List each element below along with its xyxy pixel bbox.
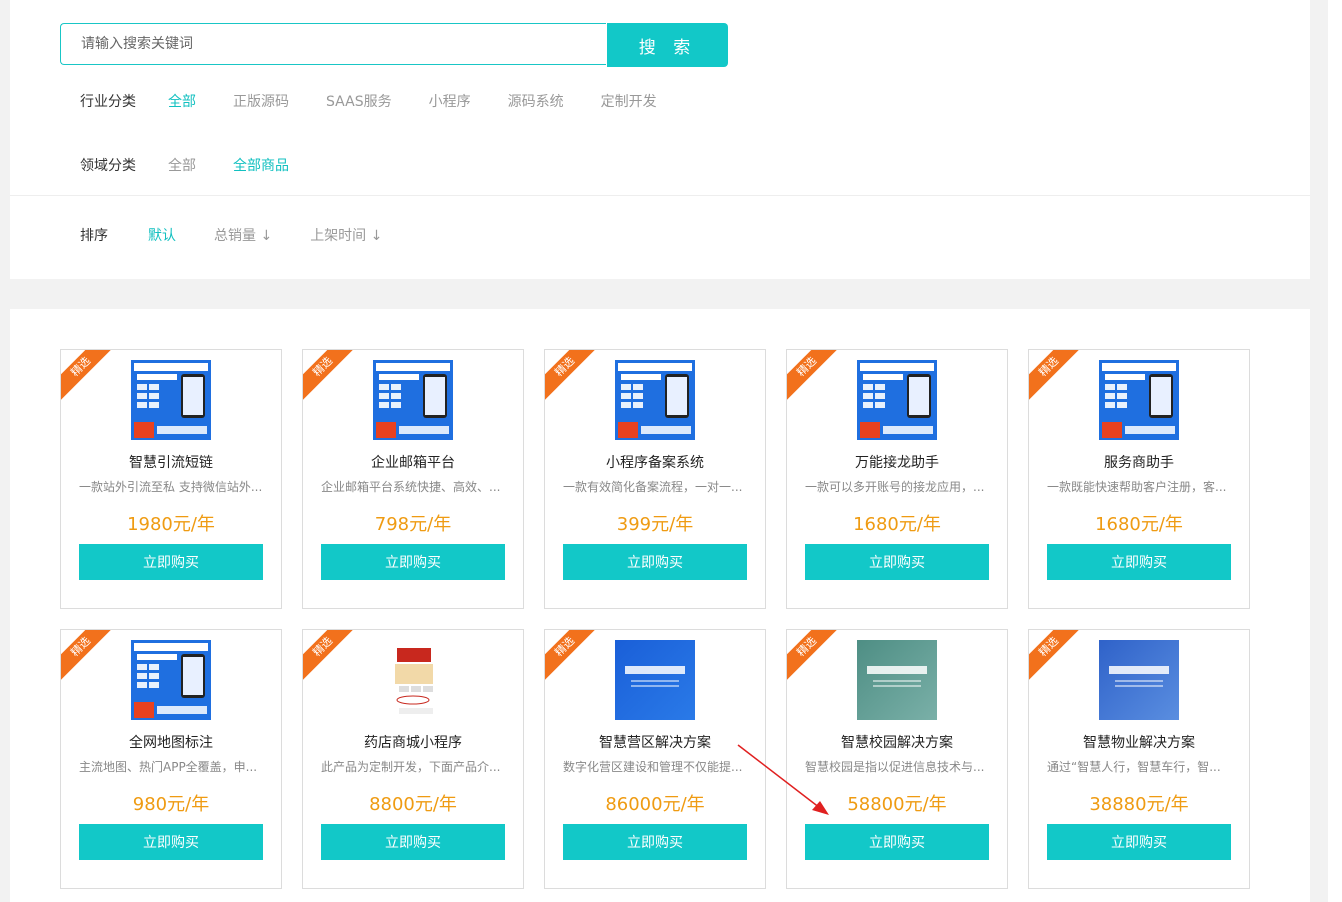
featured-ribbon: 精选 — [61, 350, 116, 402]
product-card[interactable]: 精选小程序备案系统一款有效简化备案流程，一对一... 399元/年立即购买 — [544, 349, 766, 609]
product-image[interactable] — [131, 360, 211, 440]
product-description: 一款可以多开账号的接龙应用，... — [805, 480, 985, 494]
product-price: 86000元/年 — [605, 794, 705, 815]
industry-filter-row: 行业分类 全部 正版源码 SAAS服务 小程序 源码系统 定制开发 — [80, 91, 694, 111]
product-image[interactable] — [373, 360, 453, 440]
search-button[interactable]: 搜 索 — [607, 23, 728, 67]
product-image[interactable] — [373, 640, 453, 720]
product-description: 一款既能快速帮助客户注册，客... — [1047, 480, 1227, 494]
product-card[interactable]: 精选全网地图标注主流地图、热门APP全覆盖，申... 980元/年立即购买 — [60, 629, 282, 889]
featured-ribbon: 精选 — [545, 350, 600, 402]
featured-ribbon: 精选 — [61, 630, 116, 682]
product-description: 一款站外引流至私 支持微信站外... — [79, 480, 263, 494]
industry-filter-option[interactable]: 正版源码 — [233, 91, 289, 111]
product-image[interactable] — [615, 360, 695, 440]
product-price: 8800元/年 — [369, 794, 457, 815]
product-description: 通过“智慧人行，智慧车行，智... — [1047, 760, 1221, 774]
product-title[interactable]: 智慧物业解决方案 — [1029, 732, 1249, 752]
industry-filter-option[interactable]: 定制开发 — [601, 91, 657, 111]
product-card[interactable]: 精选药店商城小程序此产品为定制开发，下面产品介... 8800元/年立即购买 — [302, 629, 524, 889]
industry-filter-option[interactable]: 小程序 — [429, 91, 471, 111]
product-card[interactable]: 精选智慧物业解决方案通过“智慧人行，智慧车行，智... 38880元/年立即购买 — [1028, 629, 1250, 889]
product-title[interactable]: 全网地图标注 — [61, 732, 281, 752]
product-image[interactable] — [1099, 640, 1179, 720]
product-card[interactable]: 精选智慧校园解决方案智慧校园是指以促进信息技术与... 58800元/年立即购买 — [786, 629, 1008, 889]
buy-now-button[interactable]: 立即购买 — [1047, 824, 1231, 860]
featured-ribbon: 精选 — [787, 630, 842, 682]
filter-panel: 搜 索 行业分类 全部 正版源码 SAAS服务 小程序 源码系统 定制开发 领域分类 全部… — [10, 0, 1310, 279]
scrollbar-track[interactable] — [1328, 0, 1342, 902]
product-card[interactable]: 精选万能接龙助手一款可以多开账号的接龙应用，... 1680元/年立即购买 — [786, 349, 1008, 609]
buy-now-button[interactable]: 立即购买 — [79, 824, 263, 860]
product-title[interactable]: 小程序备案系统 — [545, 452, 765, 472]
featured-ribbon: 精选 — [1029, 630, 1084, 682]
featured-ribbon: 精选 — [303, 350, 358, 402]
product-description: 此产品为定制开发，下面产品介... — [321, 760, 501, 774]
product-grid: 精选 智慧引流短链 一款站外引流至私 支持微信站外... 1980元/年 立即购买 精选企… — [10, 309, 1310, 902]
featured-ribbon: 精选 — [545, 630, 600, 682]
product-price: 798元/年 — [374, 514, 452, 535]
product-description: 主流地图、热门APP全覆盖，申... — [79, 760, 258, 774]
product-title[interactable]: 智慧校园解决方案 — [787, 732, 1007, 752]
product-price: 1980元/年 — [127, 514, 215, 535]
buy-now-button[interactable]: 立即购买 — [805, 544, 989, 580]
product-card[interactable]: 精选智慧引流短链一款站外引流至私 支持微信站外... 1980元/年立即购买 — [60, 349, 282, 609]
product-title[interactable]: 服务商助手 — [1029, 452, 1249, 472]
sort-option[interactable]: 默认 — [148, 225, 176, 245]
industry-filter-option[interactable]: 全部 — [168, 91, 196, 111]
search-input[interactable] — [61, 24, 606, 64]
product-price: 980元/年 — [132, 794, 210, 815]
sort-option[interactable]: 总销量 ↓ — [214, 225, 272, 245]
search-field[interactable] — [60, 23, 606, 65]
product-price: 1680元/年 — [1095, 514, 1183, 535]
product-card[interactable]: 精选智慧营区解决方案数字化营区建设和管理不仅能提... 86000元/年立即购买 — [544, 629, 766, 889]
product-price: 399元/年 — [616, 514, 694, 535]
product-card[interactable]: 精选企业邮箱平台企业邮箱平台系统快捷、高效、... 798元/年立即购买 — [302, 349, 524, 609]
featured-ribbon: 精选 — [1029, 350, 1084, 402]
product-image[interactable] — [131, 640, 211, 720]
product-title[interactable]: 智慧引流短链 — [61, 452, 281, 472]
product-title[interactable]: 企业邮箱平台 — [303, 452, 523, 472]
product-description: 智慧校园是指以促进信息技术与... — [805, 760, 985, 774]
domain-filter-option[interactable]: 全部商品 — [233, 155, 289, 175]
industry-filter-option[interactable]: 源码系统 — [508, 91, 564, 111]
product-title[interactable]: 药店商城小程序 — [303, 732, 523, 752]
product-description: 一款有效简化备案流程，一对一... — [563, 480, 743, 494]
buy-now-button[interactable]: 立即购买 — [563, 824, 747, 860]
product-price: 1680元/年 — [853, 514, 941, 535]
product-title[interactable]: 万能接龙助手 — [787, 452, 1007, 472]
buy-now-button[interactable]: 立即购买 — [321, 544, 505, 580]
industry-filter-option[interactable]: SAAS服务 — [326, 91, 392, 111]
product-description: 企业邮箱平台系统快捷、高效、... — [321, 480, 501, 494]
product-image[interactable] — [1099, 360, 1179, 440]
product-image[interactable] — [857, 360, 937, 440]
product-title[interactable]: 智慧营区解决方案 — [545, 732, 765, 752]
sort-option[interactable]: 上架时间 ↓ — [310, 225, 382, 245]
buy-now-button[interactable]: 立即购买 — [1047, 544, 1231, 580]
buy-now-button[interactable]: 立即购买 — [805, 824, 989, 860]
product-image[interactable] — [857, 640, 937, 720]
buy-now-button[interactable]: 立即购买 — [79, 544, 263, 580]
product-description: 数字化营区建设和管理不仅能提... — [563, 760, 743, 774]
product-image[interactable] — [615, 640, 695, 720]
sort-row: 排序 默认 总销量 ↓ 上架时间 ↓ — [80, 225, 420, 245]
product-card[interactable]: 精选服务商助手一款既能快速帮助客户注册，客... 1680元/年立即购买 — [1028, 349, 1250, 609]
domain-filter-option[interactable]: 全部 — [168, 155, 196, 175]
sort-label: 排序 — [80, 228, 108, 244]
product-price: 38880元/年 — [1089, 794, 1189, 815]
buy-now-button[interactable]: 立即购买 — [563, 544, 747, 580]
industry-filter-label: 行业分类 — [80, 94, 136, 110]
buy-now-button[interactable]: 立即购买 — [321, 824, 505, 860]
featured-ribbon: 精选 — [787, 350, 842, 402]
divider — [10, 195, 1310, 196]
featured-ribbon: 精选 — [303, 630, 358, 682]
product-price: 58800元/年 — [847, 794, 947, 815]
domain-filter-row: 领域分类 全部 全部商品 — [80, 155, 326, 175]
domain-filter-label: 领域分类 — [80, 158, 136, 174]
